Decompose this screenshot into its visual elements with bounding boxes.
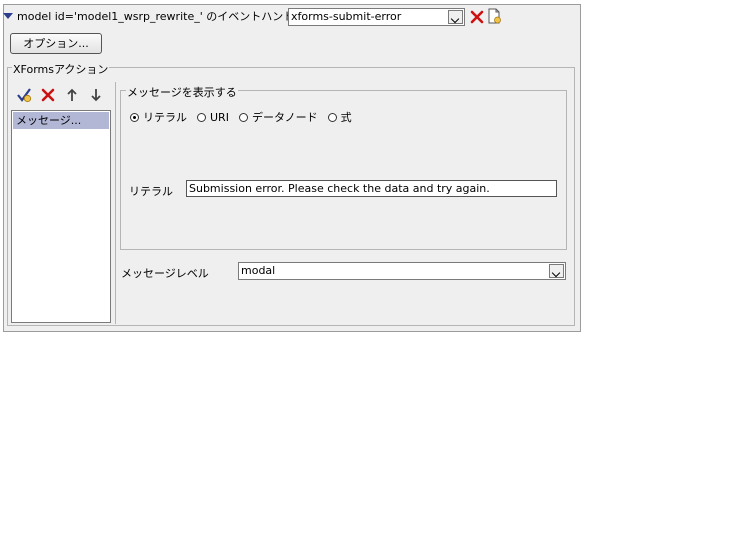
new-document-icon[interactable] <box>486 8 502 24</box>
source-radio-group: リテラル URI データノード 式 <box>130 109 362 125</box>
radio-expression-label[interactable]: 式 <box>341 109 352 125</box>
delete-action-icon[interactable] <box>40 87 56 103</box>
radio-uri-label[interactable]: URI <box>210 111 229 124</box>
radio-uri[interactable] <box>197 112 206 122</box>
collapse-triangle-icon[interactable] <box>3 13 13 19</box>
chevron-down-icon[interactable] <box>448 10 463 24</box>
literal-input[interactable] <box>187 181 556 196</box>
message-group-title: メッセージを表示する <box>126 84 238 100</box>
options-button[interactable]: オプション... <box>10 33 102 54</box>
radio-data-node-label[interactable]: データノード <box>252 109 318 125</box>
chevron-down-icon[interactable] <box>549 264 564 278</box>
move-up-icon[interactable] <box>64 87 80 103</box>
message-level-label: メッセージレベル <box>121 267 209 280</box>
radio-literal-label[interactable]: リテラル <box>143 109 187 125</box>
list-item[interactable]: メッセージ... <box>13 112 109 129</box>
radio-expression[interactable] <box>327 112 337 122</box>
literal-label: リテラル <box>129 185 173 198</box>
message-level-value: modal <box>241 264 276 277</box>
radio-data-node[interactable] <box>238 112 248 122</box>
action-list[interactable]: メッセージ... <box>11 110 111 323</box>
xforms-actions-title: XFormsアクション <box>12 61 110 77</box>
radio-literal[interactable] <box>130 112 139 122</box>
event-select[interactable]: xforms-submit-error <box>288 8 465 26</box>
event-select-value: xforms-submit-error <box>291 10 402 23</box>
event-handler-header: model id='model1_wsrp_rewrite_' のイベントハンド… <box>3 7 305 25</box>
message-level-select[interactable]: modal <box>238 262 566 280</box>
add-action-icon[interactable] <box>16 87 32 103</box>
move-down-icon[interactable] <box>88 87 104 103</box>
delete-handler-icon[interactable] <box>469 9 485 25</box>
splitter[interactable] <box>115 82 116 324</box>
literal-field[interactable] <box>186 180 557 197</box>
event-handler-title: model id='model1_wsrp_rewrite_' のイベントハンド… <box>17 10 306 23</box>
